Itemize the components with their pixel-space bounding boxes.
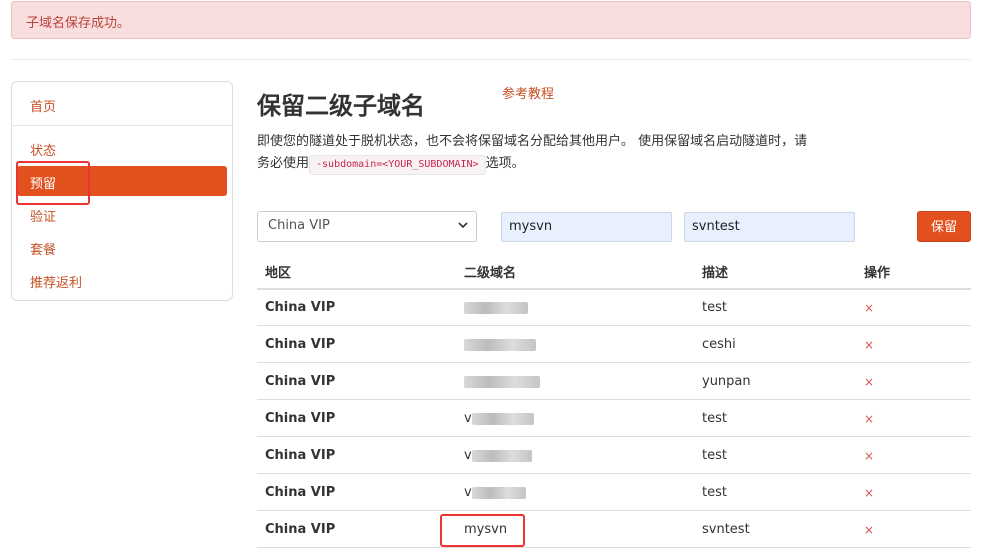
subdomain-code-snippet: -subdomain=<YOUR_SUBDOMAIN> <box>309 155 486 175</box>
column-header-description: 描述 <box>702 266 729 281</box>
row-subdomain <box>464 337 536 352</box>
subdomain-visible-part: v <box>464 485 472 500</box>
redacted-block <box>464 338 536 351</box>
region-select[interactable]: China VIP <box>257 211 477 242</box>
row-description: test <box>702 485 727 500</box>
delete-icon[interactable]: × <box>864 412 874 426</box>
alert-message: 子域名保存成功。 <box>26 16 131 31</box>
divider <box>11 59 971 60</box>
delete-icon[interactable]: × <box>864 301 874 315</box>
description-input-value: svntest <box>692 219 740 234</box>
tutorial-link[interactable]: 参考教程 <box>502 83 554 102</box>
column-header-subdomain: 二级域名 <box>464 266 517 281</box>
chevron-down-icon <box>458 222 468 229</box>
row-description: yunpan <box>702 374 751 389</box>
row-description: test <box>702 300 727 315</box>
row-region: China VIP <box>265 411 336 426</box>
redacted-block <box>471 412 534 425</box>
redacted-block <box>464 301 528 314</box>
row-subdomain: mysvn <box>464 522 508 537</box>
sidebar-item-reserve[interactable]: 预留 <box>17 166 227 196</box>
delete-icon[interactable]: × <box>864 375 874 389</box>
row-description: test <box>702 448 727 463</box>
table-row: China VIP v test × <box>257 474 971 511</box>
redacted-block <box>471 449 532 462</box>
table-row: China VIP yunpan × <box>257 363 971 400</box>
redacted-block <box>464 375 540 388</box>
table-row: China VIP v test × <box>257 437 971 474</box>
subdomain-input-value: mysvn <box>509 219 553 234</box>
redacted-block <box>471 486 526 499</box>
sidebar-item-referral[interactable]: 推荐返利 <box>12 265 232 295</box>
row-description: ceshi <box>702 337 736 352</box>
table-row: China VIP mysvn svntest × <box>257 511 971 548</box>
subdomain-input[interactable]: mysvn <box>501 212 672 242</box>
row-subdomain <box>464 374 540 389</box>
sidebar-item-verify[interactable]: 验证 <box>12 199 232 229</box>
sidebar-nav: 首页 状态 预留 验证 套餐 推荐返利 <box>11 81 233 301</box>
sidebar-separator <box>12 125 232 126</box>
row-region: China VIP <box>265 300 336 315</box>
row-subdomain: v <box>464 448 532 463</box>
delete-icon[interactable]: × <box>864 338 874 352</box>
save-button[interactable]: 保留 <box>917 211 971 242</box>
delete-icon[interactable]: × <box>864 449 874 463</box>
column-header-region: 地区 <box>265 266 292 281</box>
row-subdomain: v <box>464 411 534 426</box>
delete-icon[interactable]: × <box>864 486 874 500</box>
page-title: 保留二级子域名 <box>257 92 425 120</box>
table-row: China VIP ceshi × <box>257 326 971 363</box>
row-region: China VIP <box>265 374 336 389</box>
row-description: test <box>702 411 727 426</box>
sidebar-item-plan[interactable]: 套餐 <box>12 232 232 262</box>
row-region: China VIP <box>265 522 336 537</box>
description-input[interactable]: svntest <box>684 212 855 242</box>
sidebar-item-status[interactable]: 状态 <box>12 133 232 163</box>
row-region: China VIP <box>265 337 336 352</box>
subdomain-visible-part: v <box>464 448 472 463</box>
column-header-action: 操作 <box>864 266 891 281</box>
row-subdomain: v <box>464 485 526 500</box>
delete-icon[interactable]: × <box>864 523 874 537</box>
region-select-value: China VIP <box>268 218 330 233</box>
page-description: 即使您的隧道处于脱机状态，也不会将保留域名分配给其他用户。 使用保留域名启动隧道… <box>257 131 817 175</box>
row-region: China VIP <box>265 448 336 463</box>
table-row: China VIP test × <box>257 289 971 326</box>
row-subdomain <box>464 300 528 315</box>
description-text-2: 选项。 <box>485 156 525 171</box>
row-region: China VIP <box>265 485 336 500</box>
row-description: svntest <box>702 522 750 537</box>
sidebar-item-home[interactable]: 首页 <box>12 89 232 119</box>
table-row: China VIP v test × <box>257 400 971 437</box>
success-alert: 子域名保存成功。 <box>11 1 971 39</box>
subdomain-visible-part: v <box>464 411 472 426</box>
